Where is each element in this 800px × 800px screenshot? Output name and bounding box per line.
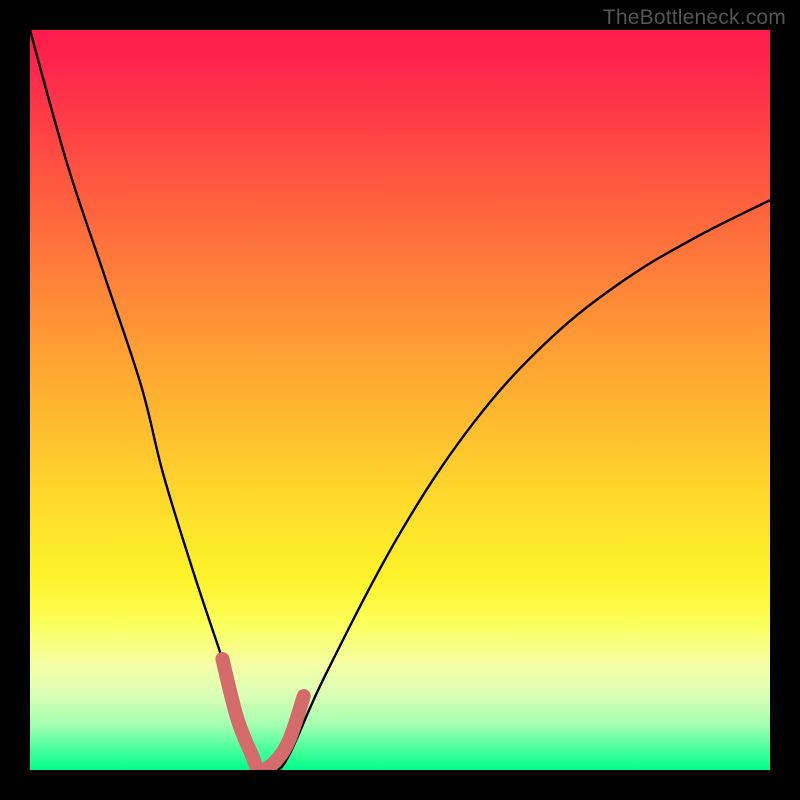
bottleneck-curve: [30, 30, 770, 770]
chart-stage: TheBottleneck.com: [0, 0, 800, 800]
valley-marker: [222, 659, 303, 770]
plot-area: [30, 30, 770, 770]
watermark-text: TheBottleneck.com: [603, 6, 786, 30]
curve-layer: [30, 30, 770, 770]
